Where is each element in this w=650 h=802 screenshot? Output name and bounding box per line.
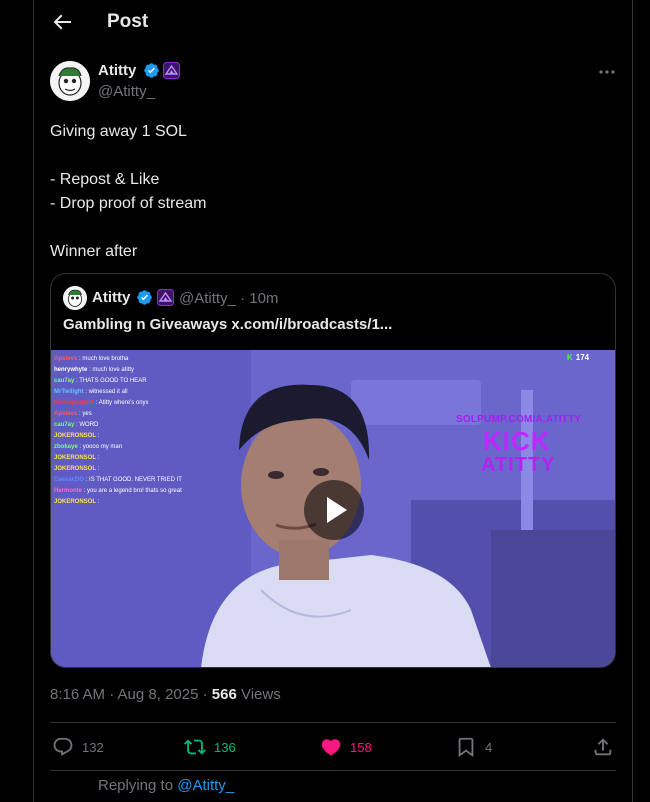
- chat-message: henrywhyte : much love atitty: [54, 367, 135, 373]
- chat-username: JOKERONSOL: [54, 433, 97, 439]
- quoted-author-avatar: [63, 286, 87, 310]
- chat-message: JOKERONSOL :: [54, 466, 100, 472]
- chat-message: Hermonte : you are a legend bro! thats s…: [54, 488, 182, 494]
- stream-chat-overlay: Apstevs : much love brotha henrywhyte : m…: [54, 354, 214, 508]
- repost-button[interactable]: 136: [184, 736, 236, 758]
- chat-text: witnessed it all: [88, 389, 128, 395]
- chat-username: Apstevs: [54, 411, 78, 417]
- replying-to: Replying to @Atitty_: [98, 777, 234, 794]
- chat-username: JOKERONSOL: [54, 455, 97, 461]
- share-icon: [594, 738, 612, 756]
- post-line: [50, 144, 610, 168]
- author-name[interactable]: Atitty: [98, 62, 136, 79]
- quoted-post[interactable]: Atitty @Atitty_ · 10m Gambling n Giveawa…: [50, 273, 616, 668]
- back-arrow-icon[interactable]: [50, 10, 74, 34]
- views-label: Views: [236, 686, 281, 703]
- post-line: [50, 216, 610, 240]
- post-text: Giving away 1 SOL - Repost & Like - Drop…: [50, 120, 610, 264]
- repost-icon: [184, 739, 206, 755]
- chat-text: you are a legend bro! thats so great: [87, 488, 182, 494]
- chat-text: yoooo my man: [82, 444, 123, 450]
- chat-username: cau7ay: [54, 378, 75, 384]
- like-count: 158: [350, 739, 372, 755]
- chat-username: henrywhyte: [54, 367, 88, 373]
- chat-username: cau7ay: [54, 422, 75, 428]
- overlay-streamer-name: ATITTY: [481, 454, 556, 476]
- chat-text: IS THAT GOOD. NEVER TRIED IT: [89, 477, 182, 483]
- reply-count: 132: [82, 739, 104, 755]
- divider: [50, 770, 616, 771]
- chat-username: JOKERONSOL: [54, 499, 97, 505]
- chat-text: Atitty where's onyx: [98, 400, 149, 406]
- chat-message: cau7ay : THATS GOOD TO HEAR: [54, 378, 147, 384]
- post-line: - Repost & Like: [50, 171, 160, 188]
- viewer-count-value: 174: [575, 353, 590, 362]
- chat-message: thekleyeagent : Atitty where's onyx: [54, 400, 149, 406]
- post-line: Giving away 1 SOL: [50, 123, 187, 140]
- replying-to-label: Replying to: [98, 777, 178, 794]
- repost-count: 136: [214, 739, 236, 755]
- bookmark-icon: [458, 737, 474, 758]
- reply-icon: [53, 737, 73, 756]
- post-metadata: 8:16 AM · Aug 8, 2025 · 566 Views: [50, 686, 281, 703]
- verified-badge-icon: [144, 63, 159, 78]
- affiliate-badge-icon[interactable]: [163, 62, 180, 79]
- chat-username: MrTwilight: [54, 389, 84, 395]
- play-button[interactable]: [304, 480, 364, 540]
- reply-button[interactable]: 132: [52, 736, 104, 758]
- overlay-subtext: SOLPUMP.COM/A.ATITTY: [456, 414, 582, 425]
- chat-text: THATS GOOD TO HEAR: [79, 378, 147, 384]
- chat-message: zbokaye : yoooo my man: [54, 444, 123, 450]
- viewer-count: K 174: [567, 353, 590, 362]
- page-title: Post: [107, 11, 149, 32]
- author-handle[interactable]: @Atitty_: [98, 83, 155, 100]
- chat-message: JOKERONSOL :: [54, 499, 100, 505]
- bookmark-count: 4: [485, 739, 493, 755]
- chat-username: Apstevs: [54, 356, 78, 362]
- chat-text: much love brotha: [82, 356, 129, 362]
- post-line: - Drop proof of stream: [50, 195, 207, 212]
- chat-username: thekleyeagent: [54, 400, 95, 406]
- action-bar: 132 136 158 4: [50, 723, 616, 771]
- chat-message: Apstevs : much love brotha: [54, 356, 129, 362]
- chat-text: yes: [82, 411, 92, 417]
- verified-badge-icon: [137, 290, 152, 305]
- play-icon: [327, 497, 347, 523]
- quoted-handle-time: @Atitty_ · 10m: [179, 290, 279, 307]
- chat-message: CaesarZIO : IS THAT GOOD. NEVER TRIED IT: [54, 477, 182, 483]
- post-timestamp[interactable]: 8:16 AM · Aug 8, 2025 ·: [50, 686, 212, 703]
- bookmark-button[interactable]: 4: [455, 736, 492, 758]
- chat-username: JOKERONSOL: [54, 466, 97, 472]
- like-button[interactable]: 158: [320, 736, 372, 758]
- post-detail-column: Post Atitty @Atitty_ Giving away 1 SOL -…: [33, 0, 633, 802]
- post-line: Winner after: [50, 243, 138, 260]
- chat-username: CaesarZIO: [54, 477, 85, 483]
- chat-message: JOKERONSOL :: [54, 433, 100, 439]
- top-bar: Post: [34, 0, 634, 46]
- video-thumbnail[interactable]: Apstevs : much love brotha henrywhyte : m…: [51, 350, 615, 667]
- chat-message: cau7ay : WORD: [54, 422, 99, 428]
- chat-message: MrTwilight : witnessed it all: [54, 389, 128, 395]
- chat-username: zbokaye: [54, 444, 78, 450]
- affiliate-badge-icon: [157, 289, 174, 306]
- author-avatar[interactable]: [50, 61, 90, 101]
- quoted-author-name: Atitty: [92, 289, 131, 306]
- chat-username: Hermonte: [54, 488, 83, 494]
- overlay-kick-text: KICK: [483, 426, 551, 456]
- chat-text: WORD: [79, 422, 99, 428]
- chat-message: JOKERONSOL :: [54, 455, 100, 461]
- replying-to-mention[interactable]: @Atitty_: [177, 777, 234, 794]
- share-button[interactable]: [592, 736, 622, 758]
- heart-icon: [321, 739, 341, 756]
- quoted-text: Gambling n Giveaways x.com/i/broadcasts/…: [63, 316, 393, 333]
- views-count: 566: [211, 686, 237, 703]
- chat-text: much love atitty: [92, 367, 135, 373]
- more-options-icon[interactable]: [597, 62, 617, 82]
- chat-message: Apstevs : yes: [54, 411, 92, 417]
